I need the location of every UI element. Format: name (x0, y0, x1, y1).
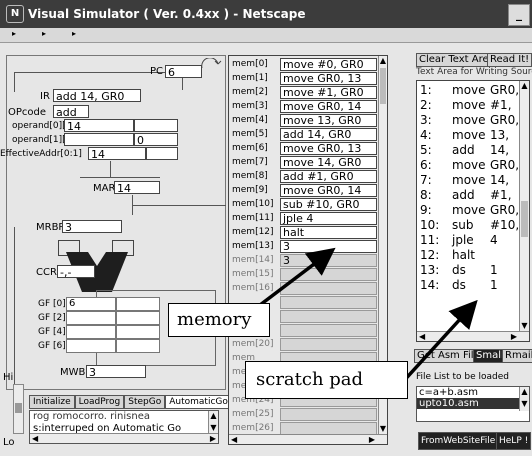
scratch-pad-arrow (398, 299, 478, 387)
browser-window: N Visual Simulator ( Ver. 0.4xx ) - Nets… (0, 0, 532, 456)
memory-arrow (258, 247, 336, 307)
memory-callout: memory (168, 303, 270, 337)
scratch-pad-callout: scratch pad (245, 361, 408, 399)
